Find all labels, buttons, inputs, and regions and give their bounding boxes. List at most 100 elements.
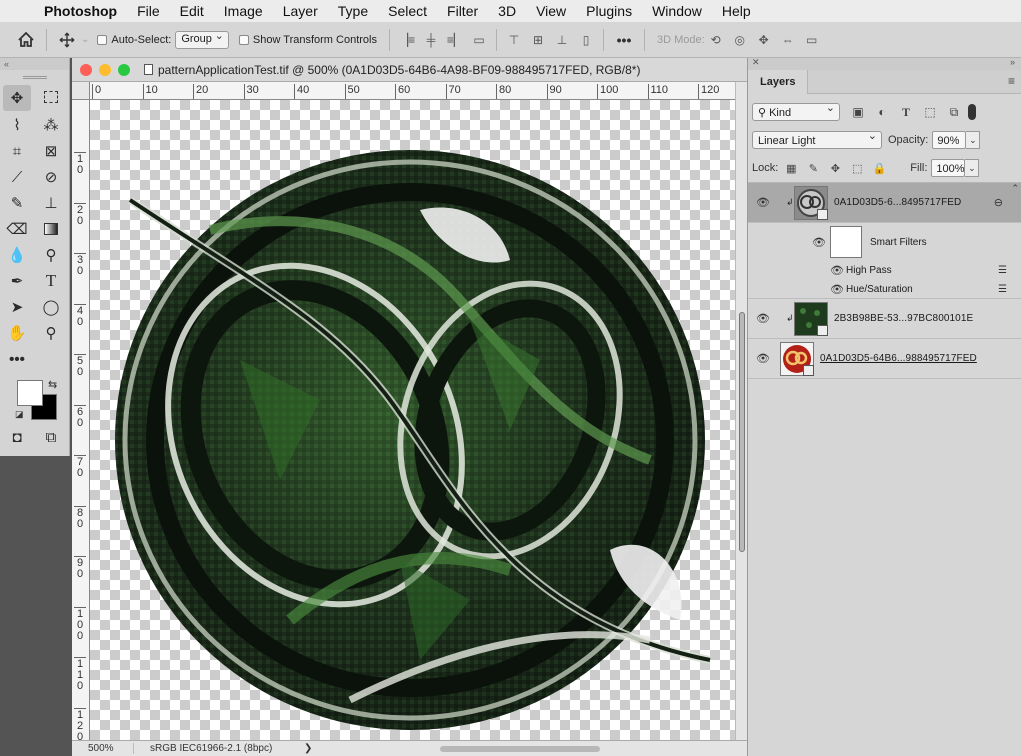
smart-filter-mask-thumbnail[interactable]	[830, 226, 862, 258]
pixel-filter-icon[interactable]: ▣	[850, 105, 866, 120]
swap-colors-icon[interactable]: ⇆	[48, 378, 57, 391]
checkbox-icon[interactable]	[97, 34, 108, 45]
menu-edit[interactable]: Edit	[170, 0, 214, 22]
horizontal-ruler[interactable]: 0 10 20 30 40 50 60 70 80 90 100 110 120	[90, 82, 735, 100]
edit-toolbar-icon[interactable]: •••	[0, 346, 34, 372]
lock-pixels-icon[interactable]: ✎	[806, 162, 820, 175]
filter-row-high-pass[interactable]: 👁 High Pass ☰	[748, 261, 1021, 280]
distribute-vertical-icon[interactable]: ▯	[575, 30, 597, 50]
minimize-window-button[interactable]	[99, 63, 111, 76]
auto-select-dropdown[interactable]: Group	[175, 29, 229, 49]
orbit-3d-icon[interactable]: ⟲	[705, 30, 727, 50]
hand-tool-icon[interactable]: ✋	[0, 320, 34, 346]
layer-row[interactable]: 👁 ↲ 2B3B98BE-53...97BC800101E	[748, 299, 1021, 339]
visibility-eye-icon[interactable]: 👁	[828, 283, 846, 296]
menu-plugins[interactable]: Plugins	[576, 0, 642, 22]
type-filter-icon[interactable]: T	[898, 105, 914, 120]
shape-filter-icon[interactable]: ⬚	[922, 105, 938, 120]
menu-layer[interactable]: Layer	[273, 0, 328, 22]
adjustment-filter-icon[interactable]: ◐	[874, 105, 890, 120]
layer-name[interactable]: 0A1D03D5-6...8495717FED	[834, 197, 961, 208]
menu-filter[interactable]: Filter	[437, 0, 488, 22]
close-window-button[interactable]	[80, 63, 92, 76]
crop-tool-icon[interactable]: ⌗	[0, 138, 34, 164]
blur-tool-icon[interactable]: 💧	[0, 242, 34, 268]
menu-window[interactable]: Window	[642, 0, 712, 22]
move-tool-preset-icon[interactable]	[53, 27, 81, 53]
path-selection-tool-icon[interactable]: ➤	[0, 294, 34, 320]
fill-input[interactable]: 100%	[931, 159, 966, 177]
more-options-icon[interactable]: •••	[610, 27, 638, 53]
frame-tool-icon[interactable]: ⊠	[34, 138, 68, 164]
smart-object-filter-icon[interactable]: ⧉	[946, 105, 962, 120]
zoom-level[interactable]: 500%	[72, 743, 134, 754]
collapse-toolbox-icon[interactable]: «	[0, 58, 69, 70]
chevron-down-icon[interactable]: ⌄	[81, 34, 89, 45]
slide-3d-icon[interactable]: ⇔	[777, 30, 799, 50]
foreground-color-swatch[interactable]	[17, 380, 43, 406]
lock-all-icon[interactable]: 🔒	[872, 162, 886, 175]
eyedropper-tool-icon[interactable]: ⟋	[0, 164, 34, 190]
zoom-tool-icon[interactable]: ⚲	[34, 320, 68, 346]
magic-wand-tool-icon[interactable]: ⁂	[34, 112, 68, 138]
fill-slider-toggle[interactable]: ⌄	[965, 159, 980, 177]
vertical-scrollbar[interactable]	[735, 82, 747, 740]
opacity-slider-toggle[interactable]: ⌄	[966, 131, 981, 149]
canvas[interactable]	[90, 100, 735, 740]
filter-row-hue-saturation[interactable]: 👁 Hue/Saturation ☰	[748, 280, 1021, 299]
lasso-tool-icon[interactable]: ⌇	[0, 112, 34, 138]
layer-name[interactable]: 2B3B98BE-53...97BC800101E	[834, 313, 973, 324]
drag-3d-icon[interactable]: ✥	[753, 30, 775, 50]
menu-file[interactable]: File	[127, 0, 170, 22]
eraser-tool-icon[interactable]: ⌫	[0, 216, 34, 242]
layer-row[interactable]: 👁 ↲ 0A1D03D5-6...8495717FED ⊖ ⌃	[748, 183, 1021, 223]
scale-3d-icon[interactable]: ▭	[801, 30, 823, 50]
collapse-panel-icon[interactable]: »	[1010, 57, 1015, 67]
home-icon[interactable]	[12, 27, 40, 53]
menu-type[interactable]: Type	[328, 0, 378, 22]
status-menu-arrow[interactable]: ❯	[304, 743, 312, 754]
stamp-tool-icon[interactable]: ⊥	[34, 190, 68, 216]
auto-select-checkbox[interactable]: Auto-Select:	[97, 34, 171, 46]
align-right-icon[interactable]: ≡▏	[444, 30, 466, 50]
distribute-icon[interactable]: ▭	[468, 30, 490, 50]
opacity-input[interactable]: 90%	[932, 131, 967, 149]
filter-blending-options-icon[interactable]: ☰	[998, 265, 1007, 276]
show-transform-checkbox[interactable]: Show Transform Controls	[238, 34, 377, 46]
scroll-up-icon[interactable]: ⌃	[1011, 183, 1019, 194]
align-left-icon[interactable]: ▕≡	[396, 30, 418, 50]
document-tab[interactable]: patternApplicationTest.tif @ 500% (0A1D0…	[72, 58, 747, 82]
marquee-tool-icon[interactable]	[34, 84, 68, 110]
lock-position-icon[interactable]: ✥	[828, 162, 842, 175]
smart-filter-link-icon[interactable]: ⊖	[994, 196, 1003, 209]
layer-name[interactable]: 0A1D03D5-64B6...988495717FED	[820, 353, 977, 364]
blend-mode-dropdown[interactable]: Linear Light	[752, 129, 882, 149]
visibility-eye-icon[interactable]: 👁	[748, 196, 778, 209]
checkbox-icon[interactable]	[238, 34, 249, 45]
filter-toggle[interactable]	[968, 104, 976, 120]
type-tool-icon[interactable]: T	[34, 268, 68, 294]
align-bottom-icon[interactable]: ⊥	[551, 30, 573, 50]
filter-blending-options-icon[interactable]: ☰	[998, 284, 1007, 295]
roll-3d-icon[interactable]: ◎	[729, 30, 751, 50]
gradient-tool-icon[interactable]	[34, 216, 68, 242]
layer-row[interactable]: 👁 0A1D03D5-64B6...988495717FED	[748, 339, 1021, 379]
menu-image[interactable]: Image	[214, 0, 273, 22]
menu-help[interactable]: Help	[712, 0, 761, 22]
app-menu[interactable]: Photoshop	[40, 0, 127, 22]
toolbox-grip[interactable]	[0, 70, 69, 84]
tab-layers[interactable]: Layers	[748, 69, 809, 94]
pen-tool-icon[interactable]: ✒	[0, 268, 34, 294]
vertical-scroll-thumb[interactable]	[739, 312, 745, 552]
healing-brush-tool-icon[interactable]: ⊘	[34, 164, 68, 190]
close-panel-icon[interactable]: ✕	[752, 57, 760, 68]
menu-select[interactable]: Select	[378, 0, 437, 22]
screen-mode-icon[interactable]: ⧉	[34, 424, 68, 450]
visibility-eye-icon[interactable]: 👁	[810, 236, 828, 249]
quick-mask-icon[interactable]: ◘	[0, 424, 34, 450]
vertical-ruler[interactable]: 1 0 2 0 3 0 4 0 5 0 6 0 7 0 8 0 9 0 1 0 0 1 1 0 1 2…	[72, 100, 90, 740]
align-center-icon[interactable]: ╪	[420, 30, 442, 50]
visibility-eye-icon[interactable]: 👁	[748, 352, 778, 365]
smart-filters-row[interactable]: 👁 Smart Filters	[748, 223, 1021, 261]
lock-transparency-icon[interactable]: ▦	[784, 162, 798, 175]
